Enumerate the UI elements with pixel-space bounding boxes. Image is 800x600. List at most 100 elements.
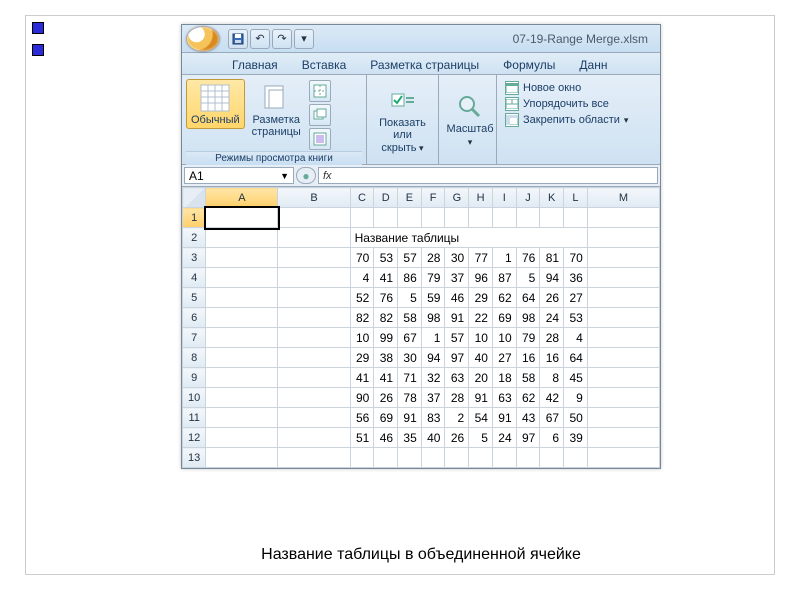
cell[interactable]: 36	[564, 268, 588, 288]
cell[interactable]	[278, 328, 350, 348]
view-normal-button[interactable]: Обычный	[186, 79, 245, 129]
cell[interactable]	[587, 448, 659, 468]
cell[interactable]: 67	[398, 328, 422, 348]
cell[interactable]	[278, 308, 350, 328]
col-header-A[interactable]: A	[206, 188, 278, 208]
cell[interactable]	[278, 388, 350, 408]
row-header[interactable]: 6	[183, 308, 206, 328]
row-header[interactable]: 10	[183, 388, 206, 408]
cell[interactable]	[540, 208, 564, 228]
cell[interactable]: 96	[469, 268, 493, 288]
cell[interactable]: 53	[564, 308, 588, 328]
cell[interactable]	[587, 228, 659, 248]
cell[interactable]	[278, 248, 350, 268]
active-cell[interactable]	[206, 208, 278, 228]
cell[interactable]	[587, 308, 659, 328]
office-button[interactable]	[186, 26, 220, 52]
custom-views-button[interactable]	[309, 104, 331, 126]
merged-title-cell[interactable]: Название таблицы	[350, 228, 587, 248]
cell[interactable]: 79	[516, 328, 540, 348]
cell[interactable]	[206, 428, 278, 448]
col-header-M[interactable]: M	[587, 188, 659, 208]
cell[interactable]: 91	[469, 388, 493, 408]
cell[interactable]	[421, 448, 445, 468]
cell[interactable]: 98	[421, 308, 445, 328]
cell[interactable]: 40	[469, 348, 493, 368]
tab-data[interactable]: Данн	[569, 56, 617, 74]
cell[interactable]: 97	[516, 428, 540, 448]
cell[interactable]: 38	[374, 348, 398, 368]
cell[interactable]	[492, 208, 516, 228]
cell[interactable]: 45	[564, 368, 588, 388]
cell[interactable]: 28	[445, 388, 469, 408]
cell[interactable]: 62	[492, 288, 516, 308]
cell[interactable]	[469, 208, 493, 228]
cell[interactable]: 10	[492, 328, 516, 348]
cell[interactable]: 5	[398, 288, 422, 308]
cell[interactable]	[421, 208, 445, 228]
row-header[interactable]: 7	[183, 328, 206, 348]
cell[interactable]	[445, 208, 469, 228]
arrange-all-button[interactable]: Упорядочить все	[505, 97, 652, 111]
redo-button[interactable]: ↷	[272, 29, 292, 49]
cell[interactable]: 46	[445, 288, 469, 308]
cell[interactable]: 94	[421, 348, 445, 368]
row-header[interactable]: 4	[183, 268, 206, 288]
save-button[interactable]	[228, 29, 248, 49]
cell[interactable]	[564, 208, 588, 228]
zoom-button[interactable]: Масштаб	[443, 79, 497, 160]
cell[interactable]	[516, 448, 540, 468]
cell[interactable]	[564, 448, 588, 468]
cell[interactable]: 4	[564, 328, 588, 348]
cell[interactable]	[278, 448, 350, 468]
cell[interactable]: 52	[350, 288, 374, 308]
cell[interactable]	[278, 408, 350, 428]
cell[interactable]: 99	[374, 328, 398, 348]
cell[interactable]	[206, 408, 278, 428]
cell[interactable]: 76	[374, 288, 398, 308]
cell[interactable]: 70	[564, 248, 588, 268]
cell[interactable]	[469, 448, 493, 468]
col-header-L[interactable]: L	[564, 188, 588, 208]
cell[interactable]: 82	[350, 308, 374, 328]
cell[interactable]: 76	[516, 248, 540, 268]
cell[interactable]: 4	[350, 268, 374, 288]
cell[interactable]: 37	[445, 268, 469, 288]
cell[interactable]: 41	[374, 368, 398, 388]
cell[interactable]: 63	[445, 368, 469, 388]
cell[interactable]: 18	[492, 368, 516, 388]
qat-customize[interactable]: ▾	[294, 29, 314, 49]
cell[interactable]: 91	[445, 308, 469, 328]
row-header[interactable]: 5	[183, 288, 206, 308]
cell[interactable]: 24	[492, 428, 516, 448]
cell[interactable]: 32	[421, 368, 445, 388]
cell[interactable]	[587, 248, 659, 268]
name-box[interactable]: A1 ▼	[184, 167, 294, 184]
cell[interactable]: 83	[421, 408, 445, 428]
cell[interactable]	[587, 268, 659, 288]
cell[interactable]: 2	[445, 408, 469, 428]
formula-bar[interactable]: fx	[318, 167, 658, 184]
cell[interactable]: 10	[350, 328, 374, 348]
cell[interactable]	[206, 448, 278, 468]
cell[interactable]: 20	[469, 368, 493, 388]
cell[interactable]: 5	[469, 428, 493, 448]
row-header[interactable]: 11	[183, 408, 206, 428]
cell[interactable]: 41	[374, 268, 398, 288]
cell[interactable]: 39	[564, 428, 588, 448]
cell[interactable]: 42	[540, 388, 564, 408]
cell[interactable]: 50	[564, 408, 588, 428]
cell[interactable]	[350, 208, 374, 228]
cell[interactable]: 28	[540, 328, 564, 348]
cell[interactable]: 81	[540, 248, 564, 268]
page-break-preview-button[interactable]	[309, 80, 331, 102]
cell[interactable]	[374, 448, 398, 468]
view-page-layout-button[interactable]: Разметкастраницы	[247, 79, 306, 141]
select-all-corner[interactable]	[183, 188, 206, 208]
col-header-I[interactable]: I	[492, 188, 516, 208]
row-header[interactable]: 3	[183, 248, 206, 268]
undo-button[interactable]: ↶	[250, 29, 270, 49]
cell[interactable]: 16	[540, 348, 564, 368]
cell[interactable]: 27	[492, 348, 516, 368]
cell[interactable]: 62	[516, 388, 540, 408]
